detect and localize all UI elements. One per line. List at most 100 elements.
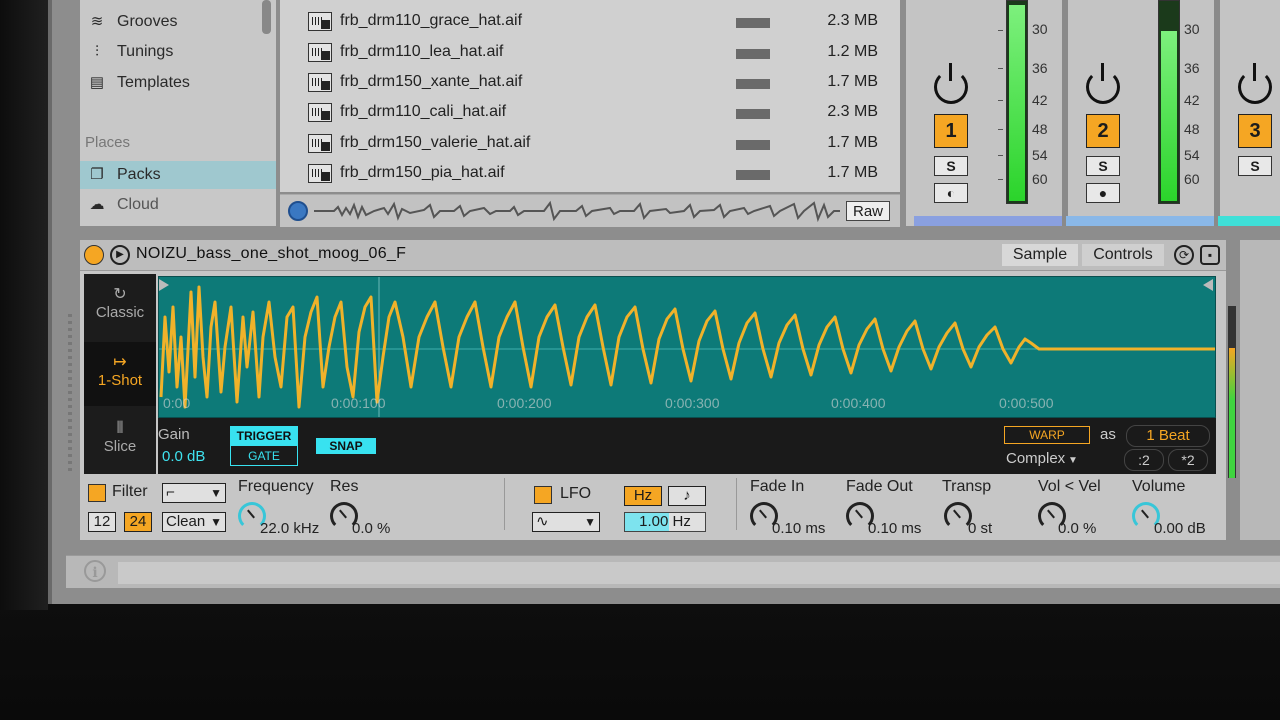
section-divider: [504, 478, 505, 530]
filter-type-select[interactable]: ⌐ ▼: [162, 483, 226, 503]
file-meter: [736, 79, 770, 89]
chevron-down-icon: ▼: [1065, 455, 1078, 466]
sample-settings-bar: Gain 0.0 dB TRIGGER GATE SNAP WARP as 1 …: [158, 418, 1216, 474]
simpler-device: ▶ NOIZU_bass_one_shot_moog_06_F Sample C…: [80, 240, 1226, 540]
db-label: 48: [1032, 121, 1048, 137]
gate-button[interactable]: GATE: [231, 447, 297, 465]
timeline-label: 0:00:500: [999, 395, 1054, 411]
volume-label: Volume: [1132, 478, 1186, 495]
lfo-sync-button[interactable]: ♪: [668, 486, 706, 506]
list-item[interactable]: frb_drm110_grace_hat.aif 2.3 MB: [280, 7, 900, 37]
device-title-bar: ▶ NOIZU_bass_one_shot_moog_06_F Sample C…: [80, 240, 1226, 271]
audio-file-icon: [308, 73, 332, 92]
mode-classic[interactable]: ↻ Classic: [84, 274, 156, 338]
warp-button[interactable]: WARP: [1004, 426, 1090, 444]
warp-mode-dropdown[interactable]: Complex ▼: [1006, 450, 1078, 467]
pan-knob[interactable]: [1238, 63, 1272, 104]
sidebar-scrollbar[interactable]: [262, 0, 271, 34]
file-meter: [736, 140, 770, 150]
lfo-rate-slider[interactable]: 1.00 Hz: [624, 512, 706, 532]
audio-file-icon: [308, 12, 332, 31]
timeline-label: 0:00: [163, 395, 191, 411]
raw-button[interactable]: Raw: [846, 201, 890, 221]
db-label: 60: [1032, 171, 1048, 187]
tunings-icon: ⫶: [95, 43, 99, 60]
sidebar-item-cloud[interactable]: ☁ Cloud: [80, 191, 276, 219]
solo-button[interactable]: S: [1238, 156, 1272, 176]
meter-tick: [998, 179, 1003, 180]
double-button[interactable]: *2: [1168, 449, 1208, 471]
solo-button[interactable]: S: [934, 156, 968, 176]
filter-circuit-select[interactable]: Clean ▼: [162, 512, 226, 532]
list-item[interactable]: frb_drm150_xante_hat.aif 1.7 MB: [280, 68, 900, 98]
lfo-rate-value: 1.00 Hz: [639, 513, 691, 530]
list-item[interactable]: frb_drm150_pia_hat.aif 1.7 MB: [280, 159, 900, 189]
filter-toggle[interactable]: [88, 484, 106, 502]
sidebar-item-tunings[interactable]: ⫶ Tunings: [80, 38, 276, 66]
strip-divider: [1214, 0, 1220, 226]
places-heading: Places: [85, 134, 131, 151]
preview-toggle-button[interactable]: [288, 201, 308, 221]
device-handle[interactable]: [68, 314, 72, 474]
db-label: 30: [1032, 21, 1048, 37]
chevron-down-icon: ▼: [584, 515, 596, 529]
audio-file-icon: [308, 43, 332, 62]
meter-tick: [998, 30, 1003, 31]
mode-label: Slice: [103, 438, 137, 455]
tab-controls[interactable]: Controls: [1082, 244, 1164, 266]
db-label: 42: [1032, 92, 1048, 108]
slope-12-button[interactable]: 12: [88, 512, 116, 532]
sample-waveform[interactable]: 0:00 0:00:100 0:00:200 0:00:300 0:00:400…: [158, 276, 1216, 418]
arm-button[interactable]: ●: [1086, 183, 1120, 203]
mode-label: 1-Shot: [97, 372, 143, 389]
pan-knob[interactable]: [1086, 63, 1120, 104]
play-icon[interactable]: ▶: [110, 245, 130, 265]
lfo-hz-button[interactable]: Hz: [624, 486, 662, 506]
list-item[interactable]: frb_drm110_cali_hat.aif 2.3 MB: [280, 98, 900, 128]
filter-circuit-label: Clean: [166, 513, 206, 530]
mode-one-shot[interactable]: ↦ 1-Shot: [84, 342, 156, 406]
meter-tick: [998, 68, 1003, 69]
file-meter: [736, 18, 770, 28]
list-item[interactable]: frb_drm110_lea_hat.aif 1.2 MB: [280, 38, 900, 68]
file-meter: [736, 109, 770, 119]
track-activator-button[interactable]: 1: [934, 114, 968, 148]
info-view-field: [118, 562, 1280, 584]
db-label: 42: [1184, 92, 1200, 108]
tab-sample[interactable]: Sample: [1002, 244, 1078, 266]
audio-file-icon: [308, 103, 332, 122]
sidebar-item-packs[interactable]: ❐ Packs: [80, 161, 276, 189]
db-label: 36: [1032, 60, 1048, 76]
snap-button[interactable]: SNAP: [316, 438, 376, 454]
hot-swap-icon[interactable]: ⟳: [1174, 245, 1194, 265]
timeline-label: 0:00:300: [665, 395, 720, 411]
sidebar-item-grooves[interactable]: ≋ Grooves: [80, 8, 276, 36]
level-meter: [1158, 0, 1180, 204]
info-icon[interactable]: i: [84, 560, 106, 582]
res-value: 0.0 %: [352, 520, 391, 537]
device-output-meter: [1228, 306, 1236, 478]
device-power-button[interactable]: [84, 245, 104, 265]
sidebar-item-templates[interactable]: ▤ Templates: [80, 69, 276, 97]
mode-slice[interactable]: ⦀ Slice: [84, 410, 156, 474]
list-item[interactable]: frb_drm150_valerie_hat.aif 1.7 MB: [280, 129, 900, 159]
halve-button[interactable]: :2: [1124, 449, 1164, 471]
beat-length-field[interactable]: 1 Beat: [1126, 425, 1210, 447]
preview-waveform[interactable]: [314, 199, 840, 223]
lfo-toggle[interactable]: [534, 486, 552, 504]
timeline-label: 0:00:200: [497, 395, 552, 411]
pan-knob[interactable]: [934, 63, 968, 104]
trigger-button[interactable]: TRIGGER: [231, 427, 297, 446]
gain-value[interactable]: 0.0 dB: [162, 448, 205, 465]
track-activator-button[interactable]: 3: [1238, 114, 1272, 148]
filter-label: Filter: [112, 483, 148, 500]
slope-24-button[interactable]: 24: [124, 512, 152, 532]
fade-out-label: Fade Out: [846, 478, 913, 495]
save-preset-icon[interactable]: ▪: [1200, 245, 1220, 265]
arm-button[interactable]: ◐: [934, 183, 968, 203]
db-label: 30: [1184, 21, 1200, 37]
track-activator-button[interactable]: 2: [1086, 114, 1120, 148]
lfo-waveform-select[interactable]: ∿ ▼: [532, 512, 600, 532]
db-label: 36: [1184, 60, 1200, 76]
solo-button[interactable]: S: [1086, 156, 1120, 176]
